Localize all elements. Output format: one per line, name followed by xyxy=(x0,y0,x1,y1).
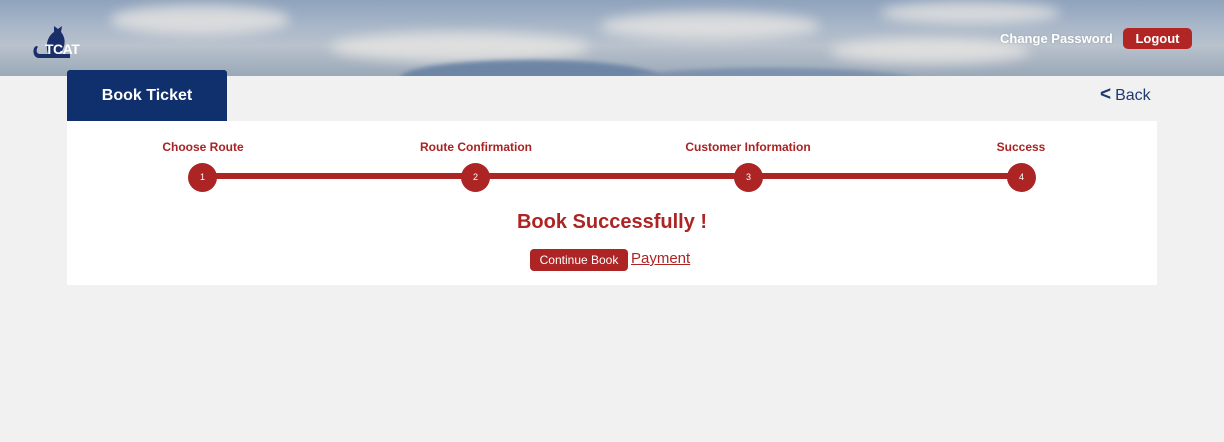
banner-cloud xyxy=(110,5,290,35)
step-circle: 4 xyxy=(1007,163,1036,192)
back-link[interactable]: < Back xyxy=(1100,84,1151,106)
header-banner: TCAT Change Password Logout xyxy=(0,0,1224,76)
step-circle: 1 xyxy=(188,163,217,192)
banner-cloud xyxy=(880,2,1060,24)
step-label: Choose Route xyxy=(162,140,244,154)
step-circle: 3 xyxy=(734,163,763,192)
banner-cloud xyxy=(600,12,820,40)
step-label: Success xyxy=(996,140,1046,154)
logo-text: TCAT xyxy=(45,41,80,57)
change-password-link[interactable]: Change Password xyxy=(1000,31,1113,46)
chevron-left-icon: < xyxy=(1100,84,1112,105)
tab-book-ticket[interactable]: Book Ticket xyxy=(67,70,227,121)
progress-line xyxy=(203,173,1021,179)
back-label: Back xyxy=(1115,87,1151,104)
banner-mountain xyxy=(620,68,920,76)
logout-button[interactable]: Logout xyxy=(1123,28,1192,49)
success-title: Book Successfully ! xyxy=(516,211,708,233)
step-label: Customer Information xyxy=(685,140,811,154)
banner-cloud xyxy=(330,32,590,62)
step-label: Route Confirmation xyxy=(420,140,532,154)
continue-book-button[interactable]: Continue Book xyxy=(530,249,628,271)
step-circle: 2 xyxy=(461,163,490,192)
payment-link[interactable]: Payment xyxy=(631,250,690,267)
banner-mountain xyxy=(400,60,660,76)
booking-panel: Choose Route Route Confirmation Customer… xyxy=(67,121,1157,285)
